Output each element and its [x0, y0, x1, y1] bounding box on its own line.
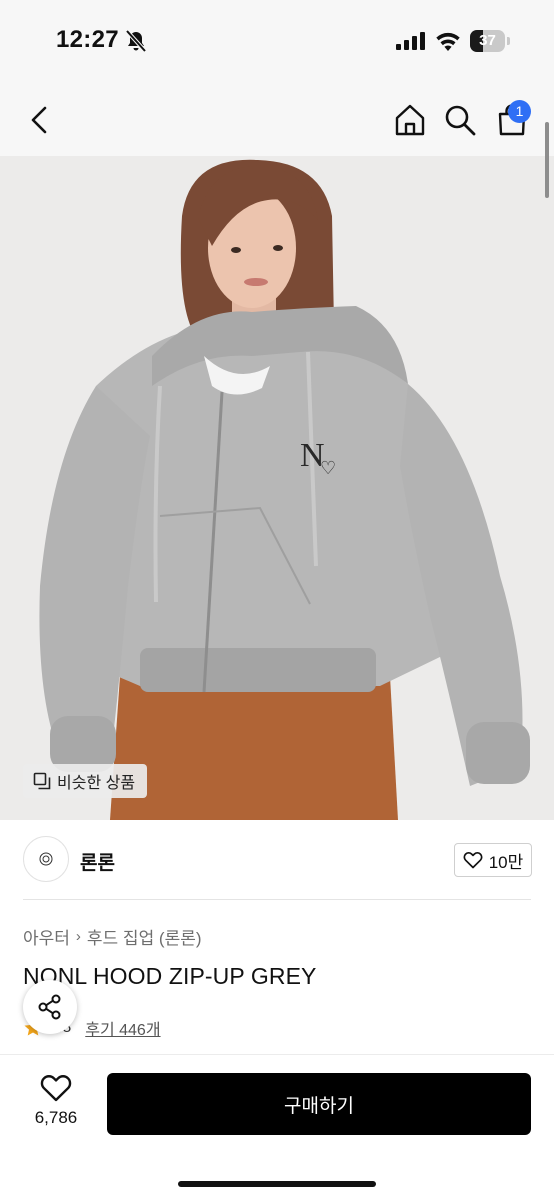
brand-like-count: 10만 — [488, 852, 524, 872]
share-button[interactable] — [23, 980, 77, 1034]
wishlist-count: 6,786 — [34, 1108, 78, 1127]
battery-icon: 37 — [470, 30, 510, 52]
copy-squares-icon — [33, 772, 51, 790]
home-indicator — [178, 1181, 376, 1187]
brand-row[interactable]: 론론 10만 — [0, 820, 554, 900]
breadcrumb-item-category[interactable]: 아우터 — [23, 924, 70, 949]
brand-logo[interactable] — [23, 836, 69, 882]
reviews-link[interactable]: 후기 446개 — [85, 1016, 160, 1040]
heart-outline-icon — [463, 852, 483, 869]
product-photo: N ♡ — [0, 156, 554, 820]
status-time: 12:27 — [56, 26, 119, 53]
brand-logo-mark — [39, 852, 53, 866]
home-icon[interactable] — [392, 102, 428, 138]
section-divider — [23, 899, 531, 900]
battery-level: 37 — [479, 32, 496, 49]
product-image[interactable]: N ♡ — [0, 156, 554, 820]
wishlist-button[interactable]: 6,786 — [22, 1074, 90, 1134]
scroll-indicator — [545, 122, 549, 198]
heart-outline-icon — [40, 1075, 72, 1102]
breadcrumb: 아우터 › 후드 집업 (론론) — [23, 924, 202, 949]
top-nav-bar — [0, 84, 554, 156]
svg-text:♡: ♡ — [320, 458, 336, 478]
cellular-signal-icon — [396, 32, 425, 50]
buy-button[interactable]: 구매하기 — [107, 1073, 531, 1135]
breadcrumb-item-subcategory[interactable]: 후드 집업 (론론) — [87, 924, 202, 949]
back-chevron-icon[interactable] — [22, 102, 58, 138]
cart-count-badge: 1 — [508, 100, 531, 123]
wifi-icon — [436, 32, 460, 51]
share-icon — [38, 994, 61, 1020]
search-icon[interactable] — [442, 102, 478, 138]
similar-products-button[interactable]: 비슷한 상품 — [23, 764, 148, 798]
status-bar: 12:27 37 — [0, 0, 554, 84]
similar-products-label: 비슷한 상품 — [57, 775, 136, 792]
chevron-right-icon: › — [75, 928, 81, 945]
brand-like-button[interactable]: 10만 — [454, 843, 532, 877]
bell-slash-icon — [125, 30, 147, 52]
brand-name[interactable]: 론론 — [80, 848, 115, 875]
